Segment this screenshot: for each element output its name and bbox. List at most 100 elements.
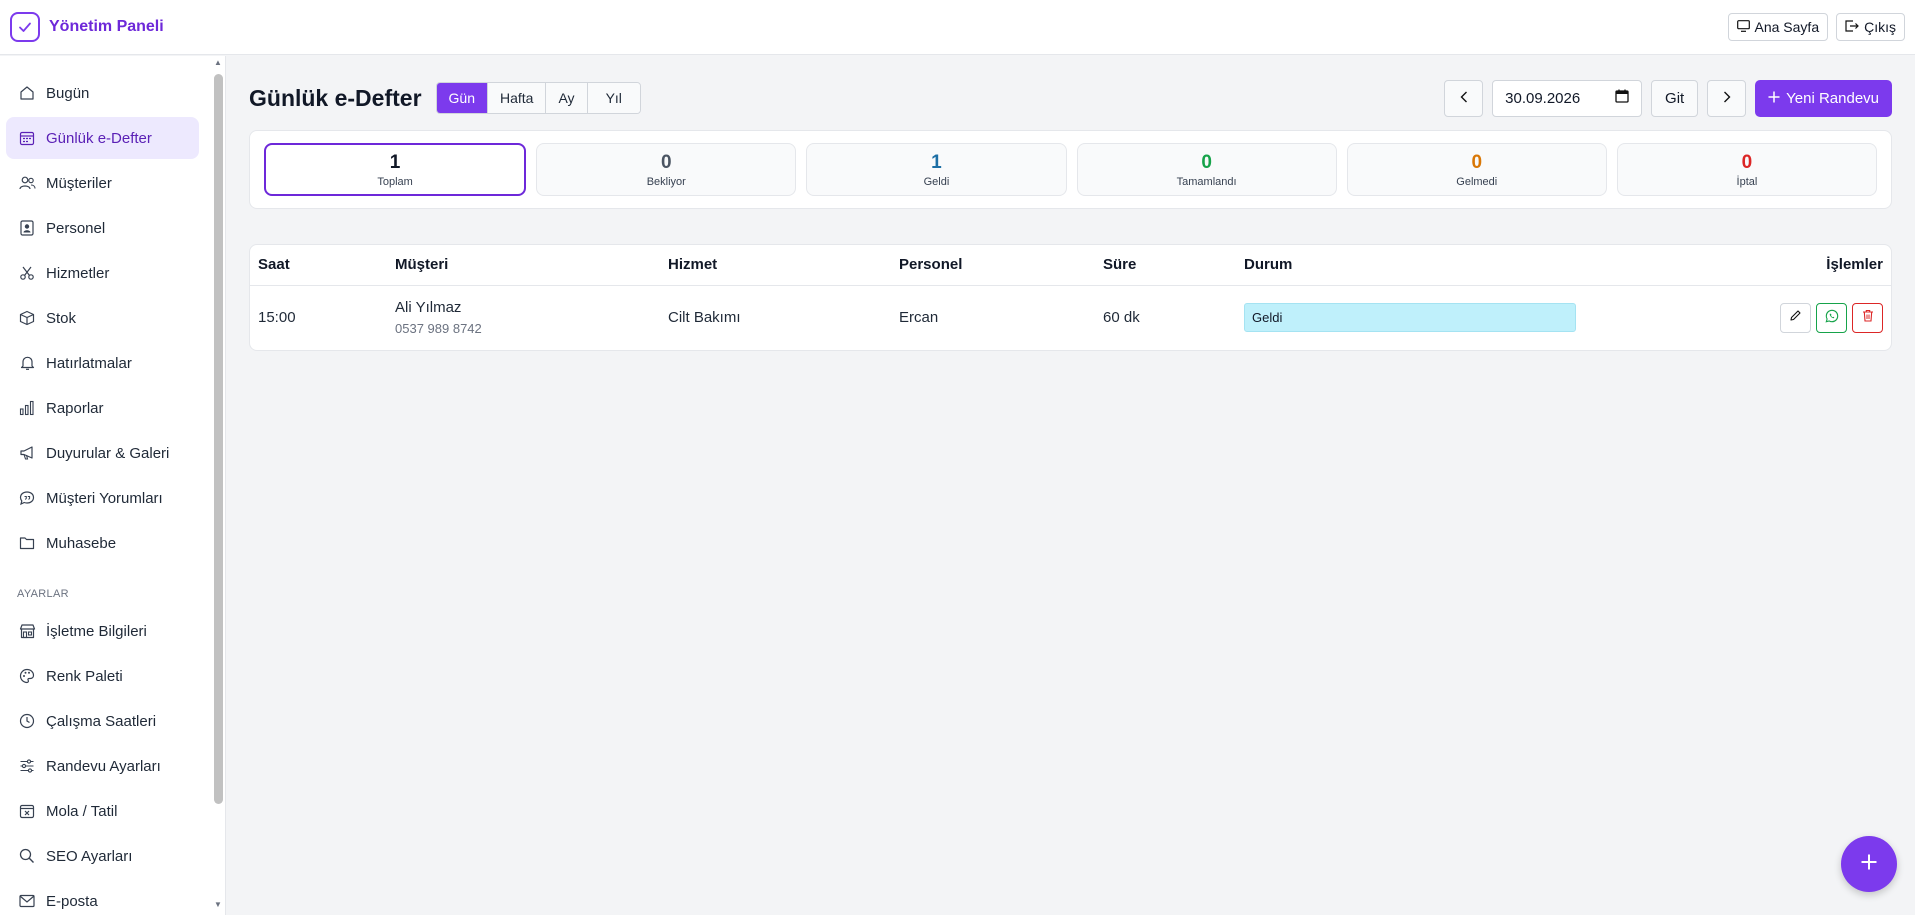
box-icon (18, 309, 36, 327)
customer-name: Ali Yılmaz (395, 299, 462, 317)
stat-value: 0 (660, 151, 672, 173)
plus-icon (1860, 853, 1878, 875)
floating-add-button[interactable] (1841, 836, 1897, 892)
sidebar-scrollbar[interactable]: ▲ ▼ (211, 56, 225, 915)
sidebar-item-randevu-ayarlari[interactable]: Randevu Ayarları (6, 745, 199, 787)
date-value: 30.09.2026 (1505, 89, 1581, 107)
stat-card-geldi[interactable]: 1 Geldi (806, 143, 1067, 196)
stat-value: 0 (1471, 151, 1483, 173)
settings-section-label: AYARLAR (17, 588, 69, 600)
sliders-icon (18, 757, 36, 775)
cell-time: 15:00 (258, 309, 296, 327)
sidebar-item-hizmetler[interactable]: Hizmetler (6, 252, 199, 294)
stat-label: Toplam (377, 175, 413, 188)
bell-icon (18, 354, 36, 372)
sidebar-item-musteri-yorumlari[interactable]: Müşteri Yorumları (6, 477, 199, 519)
cell-duration: 60 dk (1103, 309, 1140, 327)
stat-label: İptal (1736, 175, 1758, 188)
stat-card-toplam[interactable]: 1 Toplam (264, 143, 527, 196)
whatsapp-button[interactable] (1816, 302, 1847, 333)
scissors-icon (18, 264, 36, 282)
sidebar-item-label: Personel (46, 219, 106, 237)
tab-hafta[interactable]: Hafta (488, 83, 547, 113)
calendar-picker-icon[interactable] (1615, 89, 1629, 107)
users-icon (18, 174, 36, 192)
edit-button[interactable] (1780, 302, 1811, 333)
calendar-icon (18, 129, 36, 147)
stat-value: 1 (389, 151, 401, 173)
chevron-left-icon (1460, 90, 1468, 107)
scroll-down-arrow-icon[interactable]: ▼ (214, 901, 222, 909)
column-header-durum: Durum (1236, 245, 1636, 286)
sidebar-item-musteriler[interactable]: Müşteriler (6, 162, 199, 204)
whatsapp-icon (1825, 309, 1839, 327)
customer-phone: 0537 989 8742 (395, 321, 482, 337)
sidebar-item-label: Bugün (46, 84, 90, 102)
folder-icon (18, 534, 36, 552)
sidebar-item-label: Günlük e-Defter (46, 129, 152, 147)
next-day-button[interactable] (1707, 79, 1747, 117)
logout-icon (1845, 19, 1859, 35)
envelope-icon (18, 892, 36, 910)
stat-label: Bekliyor (646, 175, 686, 188)
sidebar-item-label: Renk Paleti (46, 667, 123, 685)
sidebar-item-duyurular-galeri[interactable]: Duyurular & Galeri (6, 432, 199, 474)
palette-icon (18, 667, 36, 685)
sidebar-item-stok[interactable]: Stok (6, 297, 199, 339)
sidebar-item-seo-ayarlari[interactable]: SEO Ayarları (6, 835, 199, 877)
chevron-right-icon (1723, 90, 1731, 107)
tab-ay[interactable]: Ay (546, 83, 588, 113)
stat-card-tamamlandi[interactable]: 0 Tamamlandı (1076, 143, 1337, 196)
prev-day-button[interactable] (1444, 79, 1484, 117)
sidebar-item-gunluk-edefter[interactable]: Günlük e-Defter (6, 117, 199, 159)
sidebar-item-mola-tatil[interactable]: Mola / Tatil (6, 790, 199, 832)
stat-card-gelmedi[interactable]: 0 Gelmedi (1346, 143, 1607, 196)
sidebar-item-calisma-saatleri[interactable]: Çalışma Saatleri (6, 700, 199, 742)
stat-value: 0 (1201, 151, 1212, 173)
sidebar-item-personel[interactable]: Personel (6, 207, 199, 249)
sidebar-item-label: Çalışma Saatleri (46, 712, 157, 730)
monitor-icon (1736, 19, 1750, 35)
tab-gun[interactable]: Gün (436, 83, 488, 113)
cell-service: Cilt Bakımı (668, 309, 741, 327)
tab-yil[interactable]: Yıl (587, 83, 640, 113)
sidebar-item-e-posta[interactable]: E-posta (6, 880, 199, 915)
sidebar-item-muhasebe[interactable]: Muhasebe (6, 522, 199, 564)
go-button[interactable]: Git (1651, 79, 1699, 117)
column-header-personel: Personel (891, 245, 1095, 286)
home-button[interactable]: Ana Sayfa (1727, 13, 1829, 41)
status-select[interactable]: Geldi (1244, 303, 1576, 333)
stat-label: Geldi (923, 175, 950, 188)
shop-icon (18, 622, 36, 640)
home-button-label: Ana Sayfa (1754, 19, 1820, 35)
brand[interactable]: Yönetim Paneli (10, 12, 164, 42)
table-header-row: Saat Müşteri Hizmet Personel Süre Durum … (250, 245, 1891, 286)
check-icon (10, 12, 40, 42)
sidebar-item-hatirlatmalar[interactable]: Hatırlatmalar (6, 342, 199, 384)
sidebar: Bugün Günlük e-Defter Müşteriler Persone… (0, 56, 226, 915)
scroll-up-arrow-icon[interactable]: ▲ (214, 59, 222, 67)
calendar-x-icon (18, 802, 36, 820)
column-header-musteri: Müşteri (387, 245, 660, 286)
sidebar-item-isletme-bilgileri[interactable]: İşletme Bilgileri (6, 610, 199, 652)
delete-button[interactable] (1852, 302, 1883, 333)
sidebar-item-label: Muhasebe (46, 534, 117, 552)
new-appointment-label: Yeni Randevu (1786, 89, 1879, 107)
stat-card-iptal[interactable]: 0 İptal (1616, 143, 1878, 196)
bar-chart-icon (18, 399, 36, 417)
sidebar-item-renk-paleti[interactable]: Renk Paleti (6, 655, 199, 697)
stats-panel: 1 Toplam 0 Bekliyor 1 Geldi 0 Tamamlandı… (249, 130, 1892, 209)
new-appointment-button[interactable]: Yeni Randevu (1755, 79, 1892, 117)
plus-icon (1768, 90, 1780, 107)
trash-icon (1862, 309, 1874, 326)
sidebar-scroll-thumb[interactable] (214, 74, 223, 804)
column-header-sure: Süre (1095, 245, 1236, 286)
sidebar-item-raporlar[interactable]: Raporlar (6, 387, 199, 429)
sidebar-item-label: Duyurular & Galeri (46, 444, 170, 462)
date-input[interactable]: 30.09.2026 (1492, 79, 1643, 117)
cell-staff: Ercan (899, 309, 939, 327)
stat-card-bekliyor[interactable]: 0 Bekliyor (536, 143, 797, 196)
logout-button[interactable]: Çıkış (1836, 13, 1905, 41)
sidebar-item-bugun[interactable]: Bugün (6, 72, 199, 114)
search-icon (18, 847, 36, 865)
